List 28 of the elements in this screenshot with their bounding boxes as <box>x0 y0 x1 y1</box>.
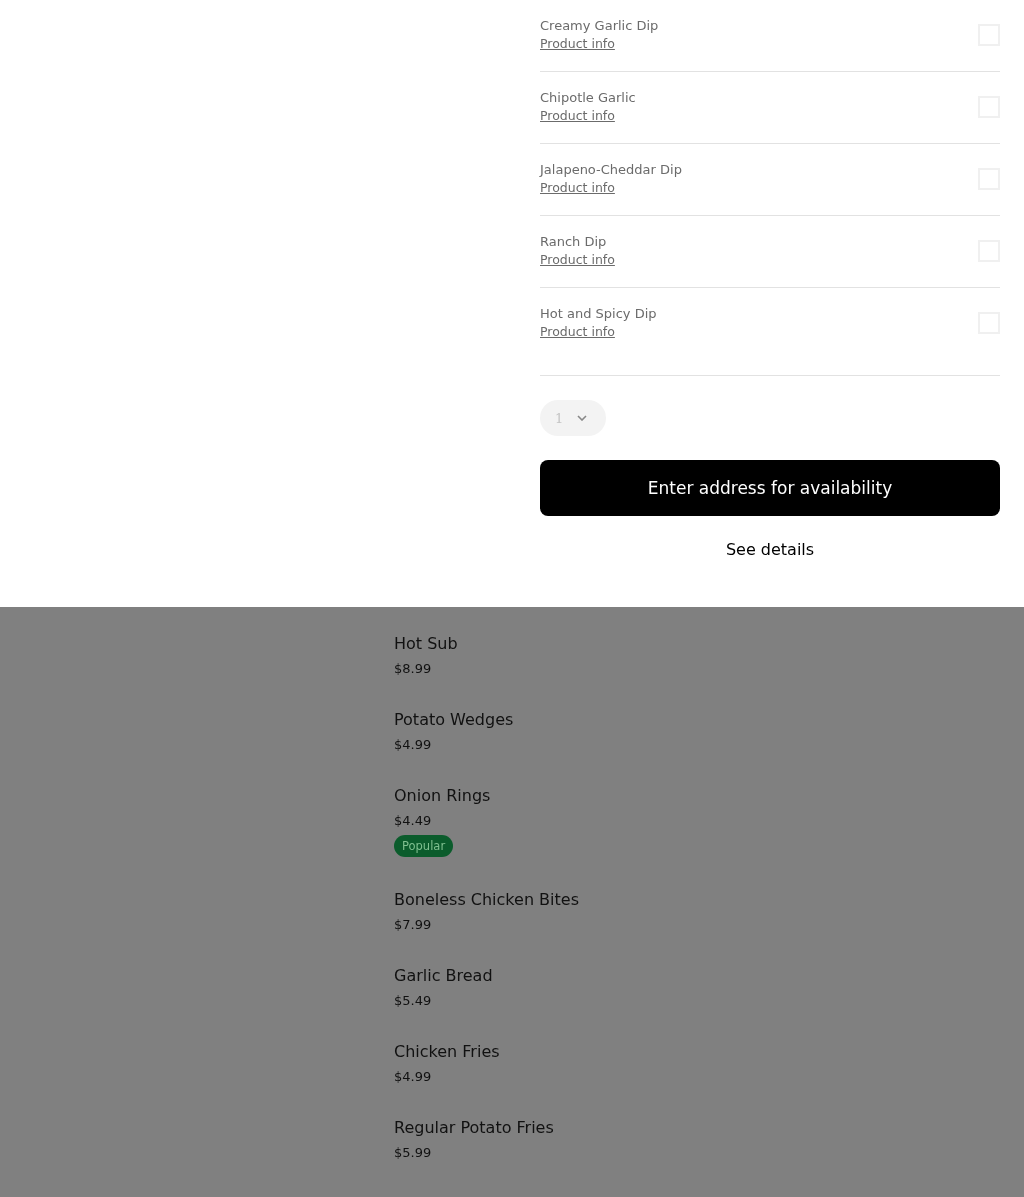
product-info-link[interactable]: Product info <box>540 106 636 125</box>
chevron-down-icon <box>577 415 588 421</box>
option-name: Creamy Garlic Dip <box>540 16 659 35</box>
menu-item-name: Potato Wedges <box>394 709 514 731</box>
option-name: Hot and Spicy Dip <box>540 304 657 323</box>
menu-item-price: $8.99 <box>394 660 432 678</box>
menu-item-price: $4.99 <box>394 1068 432 1086</box>
see-details-link[interactable]: See details <box>725 540 815 559</box>
menu-item-price: $4.49 <box>394 812 432 830</box>
product-info-link[interactable]: Product info <box>540 178 682 197</box>
menu-item-name: Boneless Chicken Bites <box>394 889 579 911</box>
menu-item-price: $5.49 <box>394 992 432 1010</box>
menu-item-name: Regular Potato Fries <box>394 1117 554 1139</box>
menu-item-name: Onion Rings <box>394 785 491 807</box>
enter-address-button[interactable]: Enter address for availability <box>540 460 1000 516</box>
menu-item-name: Garlic Bread <box>394 965 493 987</box>
product-info-link[interactable]: Product info <box>540 250 615 269</box>
popular-badge: Popular <box>394 835 454 857</box>
option-name: Chipotle Garlic <box>540 88 636 107</box>
menu-item-name: Hot Sub <box>394 633 458 655</box>
menu-item-price: $5.99 <box>394 1144 432 1162</box>
menu-item-name: Chicken Fries <box>394 1041 500 1063</box>
option-name: Ranch Dip <box>540 232 608 251</box>
product-info-link[interactable]: Product info <box>540 322 657 341</box>
product-info-link[interactable]: Product info <box>540 34 659 53</box>
menu-item-price: $4.99 <box>394 736 432 754</box>
menu-item-price: $7.99 <box>394 916 432 934</box>
option-name: Jalapeno-Cheddar Dip <box>540 160 682 179</box>
